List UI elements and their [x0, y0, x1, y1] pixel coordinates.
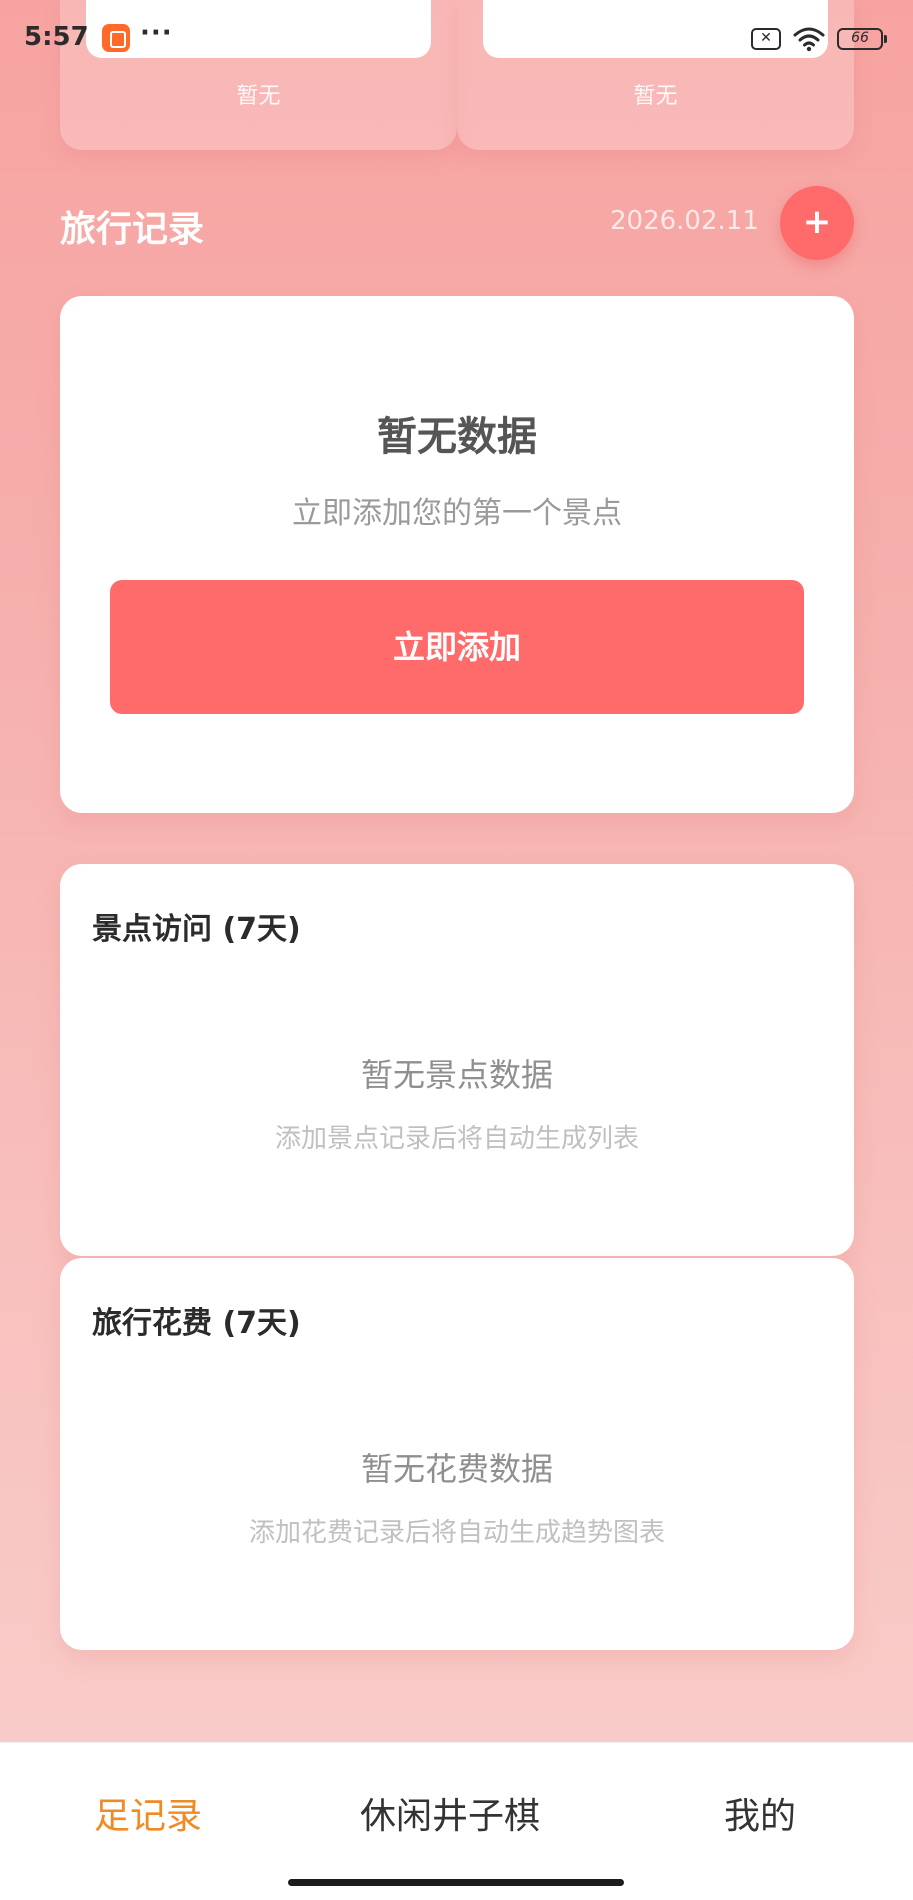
bottom-navigation: 足记录 休闲井子棋 我的 [0, 1742, 913, 1900]
spot-visits-card: 景点访问 (7天) 暂无景点数据 添加景点记录后将自动生成列表 [60, 864, 854, 1256]
add-record-button[interactable]: + [780, 186, 854, 260]
nav-tab-mine[interactable]: 我的 [724, 1787, 796, 1839]
nav-tab-tictactoe[interactable]: 休闲井子棋 [360, 1787, 540, 1839]
empty-state-subtitle: 立即添加您的第一个景点 [292, 496, 622, 531]
empty-state-card: 暂无数据 立即添加您的第一个景点 立即添加 [60, 296, 854, 813]
battery-icon: 66 [837, 28, 887, 50]
home-indicator[interactable] [288, 1879, 624, 1886]
summary-card-right-empty: 暂无 [633, 84, 678, 109]
summary-card-right[interactable]: 暂无 [457, 0, 854, 150]
status-time: 5:57 [24, 22, 89, 52]
add-now-button[interactable]: 立即添加 [110, 580, 804, 714]
summary-card-left[interactable]: 暂无 [60, 0, 457, 150]
summary-card-left-inner [86, 0, 431, 58]
app-screen: 暂无 暂无 5:57 ··· ✕ 66 旅行记录 2026.02.11 + 暂无… [0, 0, 913, 1720]
travel-spend-empty: 暂无花费数据 [360, 1450, 553, 1488]
no-sim-icon: ✕ [751, 28, 781, 50]
nav-tab-footprint[interactable]: 足记录 [94, 1787, 202, 1839]
status-icons: ✕ 66 [751, 26, 887, 52]
travel-records-title: 旅行记录 [60, 209, 205, 250]
spot-visits-empty-hint: 添加景点记录后将自动生成列表 [274, 1124, 639, 1154]
empty-state-title: 暂无数据 [377, 414, 537, 460]
travel-records-date[interactable]: 2026.02.11 [610, 206, 759, 236]
notification-app-icon [102, 24, 130, 52]
summary-card-left-empty: 暂无 [236, 84, 281, 109]
status-more-dots: ··· [140, 18, 173, 48]
travel-spend-empty-hint: 添加花费记录后将自动生成趋势图表 [248, 1518, 665, 1548]
wifi-icon [793, 27, 825, 52]
travel-spend-title: 旅行花费 (7天) [92, 1306, 301, 1341]
spot-visits-title: 景点访问 (7天) [92, 912, 301, 947]
spot-visits-empty: 暂无景点数据 [360, 1056, 553, 1094]
travel-spend-card: 旅行花费 (7天) 暂无花费数据 添加花费记录后将自动生成趋势图表 [60, 1258, 854, 1650]
plus-icon: + [802, 202, 832, 242]
